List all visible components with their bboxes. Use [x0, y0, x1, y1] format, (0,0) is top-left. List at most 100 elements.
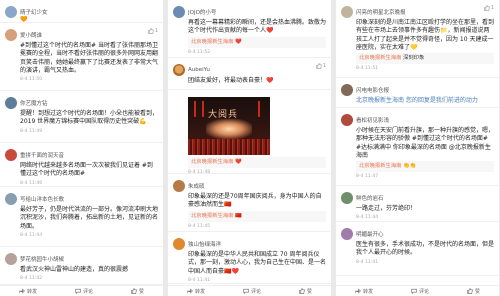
- comment-item: 鲜色的岩石 一路走过，芬芳绝印！ 8-4 11:44: [336, 186, 499, 222]
- comment-item: 重拼千面的润天音 网络时代越来越多名场面一次次被我们见证着 #到懂过这个时代的名…: [0, 143, 163, 187]
- comment-item: 朱成硕 印象最深的还是70周年国庆阅兵，身为中国人的自豪感油然而生🇨🇳 北京晚报…: [168, 174, 331, 232]
- comment-text: 小时候在天安门前看升旗，那一种升旗的感觉，嗯，那种无法形容的骄傲 #到懂过这个时…: [356, 127, 495, 159]
- avatar[interactable]: [5, 5, 17, 18]
- comment-button[interactable]: 评论: [411, 288, 429, 295]
- avatar[interactable]: [5, 148, 17, 161]
- comment-author[interactable]: 晴子幻少女: [20, 8, 48, 16]
- avatar[interactable]: [5, 252, 17, 265]
- share-icon: [187, 288, 193, 294]
- comment-time: 8-4 11:44: [20, 232, 43, 238]
- comment-item: 明媚最开心 医生有很多，手术很成功，不是时代的名场面，但是我个人最开心的时候。 …: [336, 222, 499, 276]
- like-count[interactable]: 1: [316, 63, 326, 69]
- share-button[interactable]: 转发: [19, 288, 37, 295]
- share-button[interactable]: 转发: [355, 288, 373, 295]
- comment-icon: [411, 288, 417, 294]
- comment-text: 印象深刻的是川南江南江区殴打学的坐在那里，看到有些在市场上去领事件多有趣伤📁，新…: [356, 19, 495, 51]
- comment-text: 看武汉火神山雷神山的建造，真的很震撼: [20, 266, 129, 273]
- avatar[interactable]: [173, 63, 185, 76]
- share-icon: [19, 288, 25, 294]
- comment-text: 最好芳子，仍是时代洪流的一部分。像河流冲刷大地沉积泥沙，我们奔腾着，拓出新的土地…: [20, 206, 159, 230]
- comment-author[interactable]: JOJO的小号: [188, 8, 216, 16]
- thumb-up-icon: [484, 5, 490, 11]
- comment-text: 团结友爱好，将最动表自豪！❤️: [188, 77, 274, 84]
- comment-author[interactable]: 你艺魔方钻: [20, 99, 48, 107]
- share-icon: [355, 288, 361, 294]
- comment-panel-1[interactable]: 晴子幻少女 🧡 爱小朗谁 1 #到懂过这个时代的名场面# 当时看了张伟丽那场卫冕…: [0, 0, 163, 296]
- comment-item: 写给山洋本色长歌 最好芳子，仍是时代洪流的一部分。像河流冲刷大地沉积泥沙，我们奔…: [0, 187, 163, 247]
- comment-author[interactable]: 独山怡绿海洋: [188, 240, 221, 248]
- comment-panel-3[interactable]: 闪亮的明星北京晚报 1 印象深刻的是川南江南江区殴打学的坐在那里，看到有些在市场…: [336, 0, 499, 296]
- avatar[interactable]: [5, 96, 17, 109]
- comment-author[interactable]: 写给山洋本色长歌: [20, 195, 64, 203]
- comment-text: 网络时代越来越多名场面一次次被我们见证着 #到懂过这个时代的名场面#: [20, 162, 153, 178]
- comment-author[interactable]: AubeiYu: [188, 67, 210, 73]
- like-button[interactable]: 赞: [131, 288, 144, 295]
- comment-time: 8-4 11:52: [188, 49, 211, 55]
- action-bar: 转发 评论 赞: [336, 285, 499, 296]
- comment-text: 医生有很多，手术很成功，不是时代的名场面，但是我个人最开心的时候。: [356, 241, 495, 257]
- avatar[interactable]: [341, 191, 353, 204]
- thumb-up-icon: [131, 288, 137, 294]
- comment-item: 你艺魔方钻 提醒！到想过这个时代的名场面！小朵也能被看到，2019 世界魔方锦标…: [0, 91, 163, 143]
- comment-time: 8-4 11:45: [188, 223, 211, 229]
- comment-author[interactable]: 明媚最开心: [356, 230, 384, 238]
- photo-caption: 大阅兵: [208, 110, 239, 120]
- like-count[interactable]: 1: [484, 5, 494, 11]
- parade-photo[interactable]: 大阅兵: [188, 97, 270, 155]
- author-reply: 北京晚报新生海南 ❤️: [188, 36, 326, 48]
- avatar[interactable]: [5, 28, 17, 41]
- avatar[interactable]: [341, 5, 353, 18]
- comment-author[interactable]: 朱成硕: [188, 182, 205, 190]
- comment-author[interactable]: 看松初见影浅: [356, 116, 389, 124]
- avatar[interactable]: [341, 83, 353, 96]
- like-button[interactable]: 赞: [467, 288, 480, 295]
- comment-item: 闪亮的明星北京晚报 1 印象深刻的是川南江南江区殴打学的坐在那里，看到有些在市场…: [336, 0, 499, 78]
- comment-text: 印象最深的是中华人民共和国成立 70 周年阅兵仪式，那一刻，激动人心，我为自己生…: [188, 251, 327, 275]
- avatar[interactable]: [5, 192, 17, 205]
- comment-time: 8-4 11:47: [356, 174, 379, 180]
- comment-time: 8-4 11:49: [20, 128, 43, 134]
- avatar[interactable]: [341, 113, 353, 126]
- comment-author[interactable]: 闪电电影仓报: [356, 86, 389, 94]
- thumb-up-icon: [467, 288, 473, 294]
- avatar[interactable]: [341, 227, 353, 240]
- thumb-up-icon: [299, 288, 305, 294]
- author-reply: 北京晚报新生海南 ❤️: [188, 157, 326, 168]
- comment-author[interactable]: 重拼千面的润天音: [20, 151, 64, 159]
- comment-button[interactable]: 评论: [243, 288, 261, 295]
- comment-text: 一路走过，芬芳绝印！: [356, 205, 417, 212]
- comment-panel-2[interactable]: JOJO的小号 再看这一幕幕精彩的瞬间，还是会热血沸腾。致敬为这个时代作出贡献的…: [168, 0, 331, 296]
- comment-author[interactable]: 鲜色的岩石: [356, 194, 384, 202]
- comment-time: 8-4 11:50: [20, 77, 43, 83]
- comment-item: 爱小朗谁 1 #到懂过这个时代的名场面# 当时看了张伟丽那场卫冕赛的全程，当时不…: [0, 23, 163, 91]
- like-button[interactable]: 赞: [299, 288, 312, 295]
- comment-text: 北京晚报新生海南 您的回复是我们前进的动力: [356, 97, 478, 104]
- author-reply: 北京晚报新生海南 深刻印象: [356, 53, 494, 65]
- comment-author[interactable]: 梦花桃园牛小胡椒: [20, 255, 64, 263]
- like-count[interactable]: 1: [148, 28, 158, 34]
- comment-item: 看松初见影浅 小时候在天安门前看升旗，那一种升旗的感觉，嗯，那种无法形容的骄傲 …: [336, 108, 499, 186]
- comment-author[interactable]: 爱小朗谁: [20, 31, 42, 39]
- action-bar: 转发 评论 赞: [0, 285, 163, 296]
- comment-time: 8-4 11:46: [20, 180, 43, 186]
- comment-time: 8-4 11:41: [188, 277, 211, 283]
- comment-item: 晴子幻少女 🧡: [0, 0, 163, 23]
- comment-text: #到懂过这个时代的名场面# 当时看了张伟丽那场卫冕赛的全程，当时不看好张伟丽的很…: [20, 42, 159, 74]
- comment-icon: [75, 288, 81, 294]
- comment-button[interactable]: 评论: [75, 288, 93, 295]
- comment-text: 印象最深的还是70周年国庆阅兵，身为中国人的自豪感油然而生🇨🇳: [188, 193, 322, 209]
- comment-item: 独山怡绿海洋 印象最深的是中华人民共和国成立 70 周年阅兵仪式，那一刻，激动人…: [168, 232, 331, 284]
- comment-item: AubeiYu 1 团结友爱好，将最动表自豪！❤️: [168, 58, 331, 90]
- avatar[interactable]: [173, 237, 185, 250]
- comment-author[interactable]: 闪亮的明星北京晚报: [356, 8, 406, 16]
- thumb-up-icon: [148, 28, 154, 34]
- comment-time: 8-4 11:41: [356, 259, 379, 265]
- screenshot-collage: 晴子幻少女 🧡 爱小朗谁 1 #到懂过这个时代的名场面# 当时看了张伟丽那场卫冕…: [0, 0, 500, 296]
- comment-item: 闪电电影仓报 北京晚报新生海南 您的回复是我们前进的动力: [336, 78, 499, 108]
- share-button[interactable]: 转发: [187, 288, 205, 295]
- avatar[interactable]: [173, 179, 185, 192]
- comment-text: 再看这一幕幕精彩的瞬间，还是会热血沸腾。致敬为这个时代作出贡献的每一个人❤️: [188, 19, 327, 35]
- author-reply: 北京晚报新生海南 🇨🇳: [188, 210, 326, 222]
- avatar[interactable]: [173, 5, 185, 18]
- action-bar: 转发 评论 赞: [168, 285, 331, 296]
